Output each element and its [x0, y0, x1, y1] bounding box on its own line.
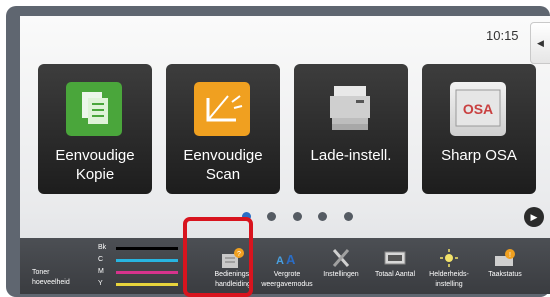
brightness-icon [436, 248, 462, 268]
tile-label: Lade-instell. [310, 147, 392, 164]
function-taakstatus[interactable]: ! Taakstatus [474, 238, 536, 294]
page-indicator [242, 208, 365, 221]
page-dot[interactable] [292, 212, 302, 221]
clock: 10:15 [486, 28, 519, 43]
printer-icon [322, 82, 378, 136]
tile-label: Eenvoudige Kopie [55, 147, 135, 183]
copy-icon [66, 82, 122, 136]
svg-text:!: ! [509, 252, 511, 259]
scan-icon [194, 82, 250, 136]
function-instellingen[interactable]: Instellingen [310, 238, 372, 294]
settings-icon [328, 248, 354, 268]
home-screen: 10:15 ◀ EenvoudigeKopie EenvoudigeScan [20, 16, 550, 294]
svg-text:A: A [286, 252, 296, 267]
toner-label: Toner hoeveelheid [32, 269, 70, 286]
highlight-frame [183, 217, 253, 297]
bottom-function-bar: Toner hoeveelheid Bk C M Y ? Bedienings-… [20, 238, 550, 294]
page-dot[interactable] [343, 212, 353, 221]
tile-label: Sharp OSA [441, 147, 517, 164]
page-dot[interactable] [318, 212, 328, 221]
counter-icon [382, 248, 408, 268]
osa-icon: OSA [450, 82, 506, 136]
svg-text:OSA: OSA [463, 101, 493, 117]
magnify-icon: AA [274, 248, 300, 268]
page-dot[interactable] [267, 212, 277, 221]
next-page-button[interactable]: ▶ [524, 207, 544, 227]
side-panel-tab[interactable]: ◀ [530, 22, 550, 64]
job-status-icon: ! [492, 248, 518, 268]
tile-eenvoudige-kopie[interactable]: Eenvoudige Kopie [38, 64, 152, 194]
device-frame: 10:15 ◀ EenvoudigeKopie EenvoudigeScan [6, 6, 550, 297]
tile-lade-instell[interactable]: Lade-instell. [294, 64, 408, 194]
function-vergrote-weergavemodus[interactable]: AA Vergrote weergavemodus [256, 238, 318, 294]
function-helderheidsinstelling[interactable]: Helderheids-instelling [418, 238, 480, 294]
tile-label: Eenvoudige Scan [183, 147, 263, 183]
function-totaal-aantal[interactable]: Totaal Aantal [364, 238, 426, 294]
tile-eenvoudige-scan[interactable]: Eenvoudige Scan [166, 64, 280, 194]
svg-text:A: A [276, 255, 284, 267]
tile-sharp-osa[interactable]: OSA Sharp OSA [422, 64, 536, 194]
